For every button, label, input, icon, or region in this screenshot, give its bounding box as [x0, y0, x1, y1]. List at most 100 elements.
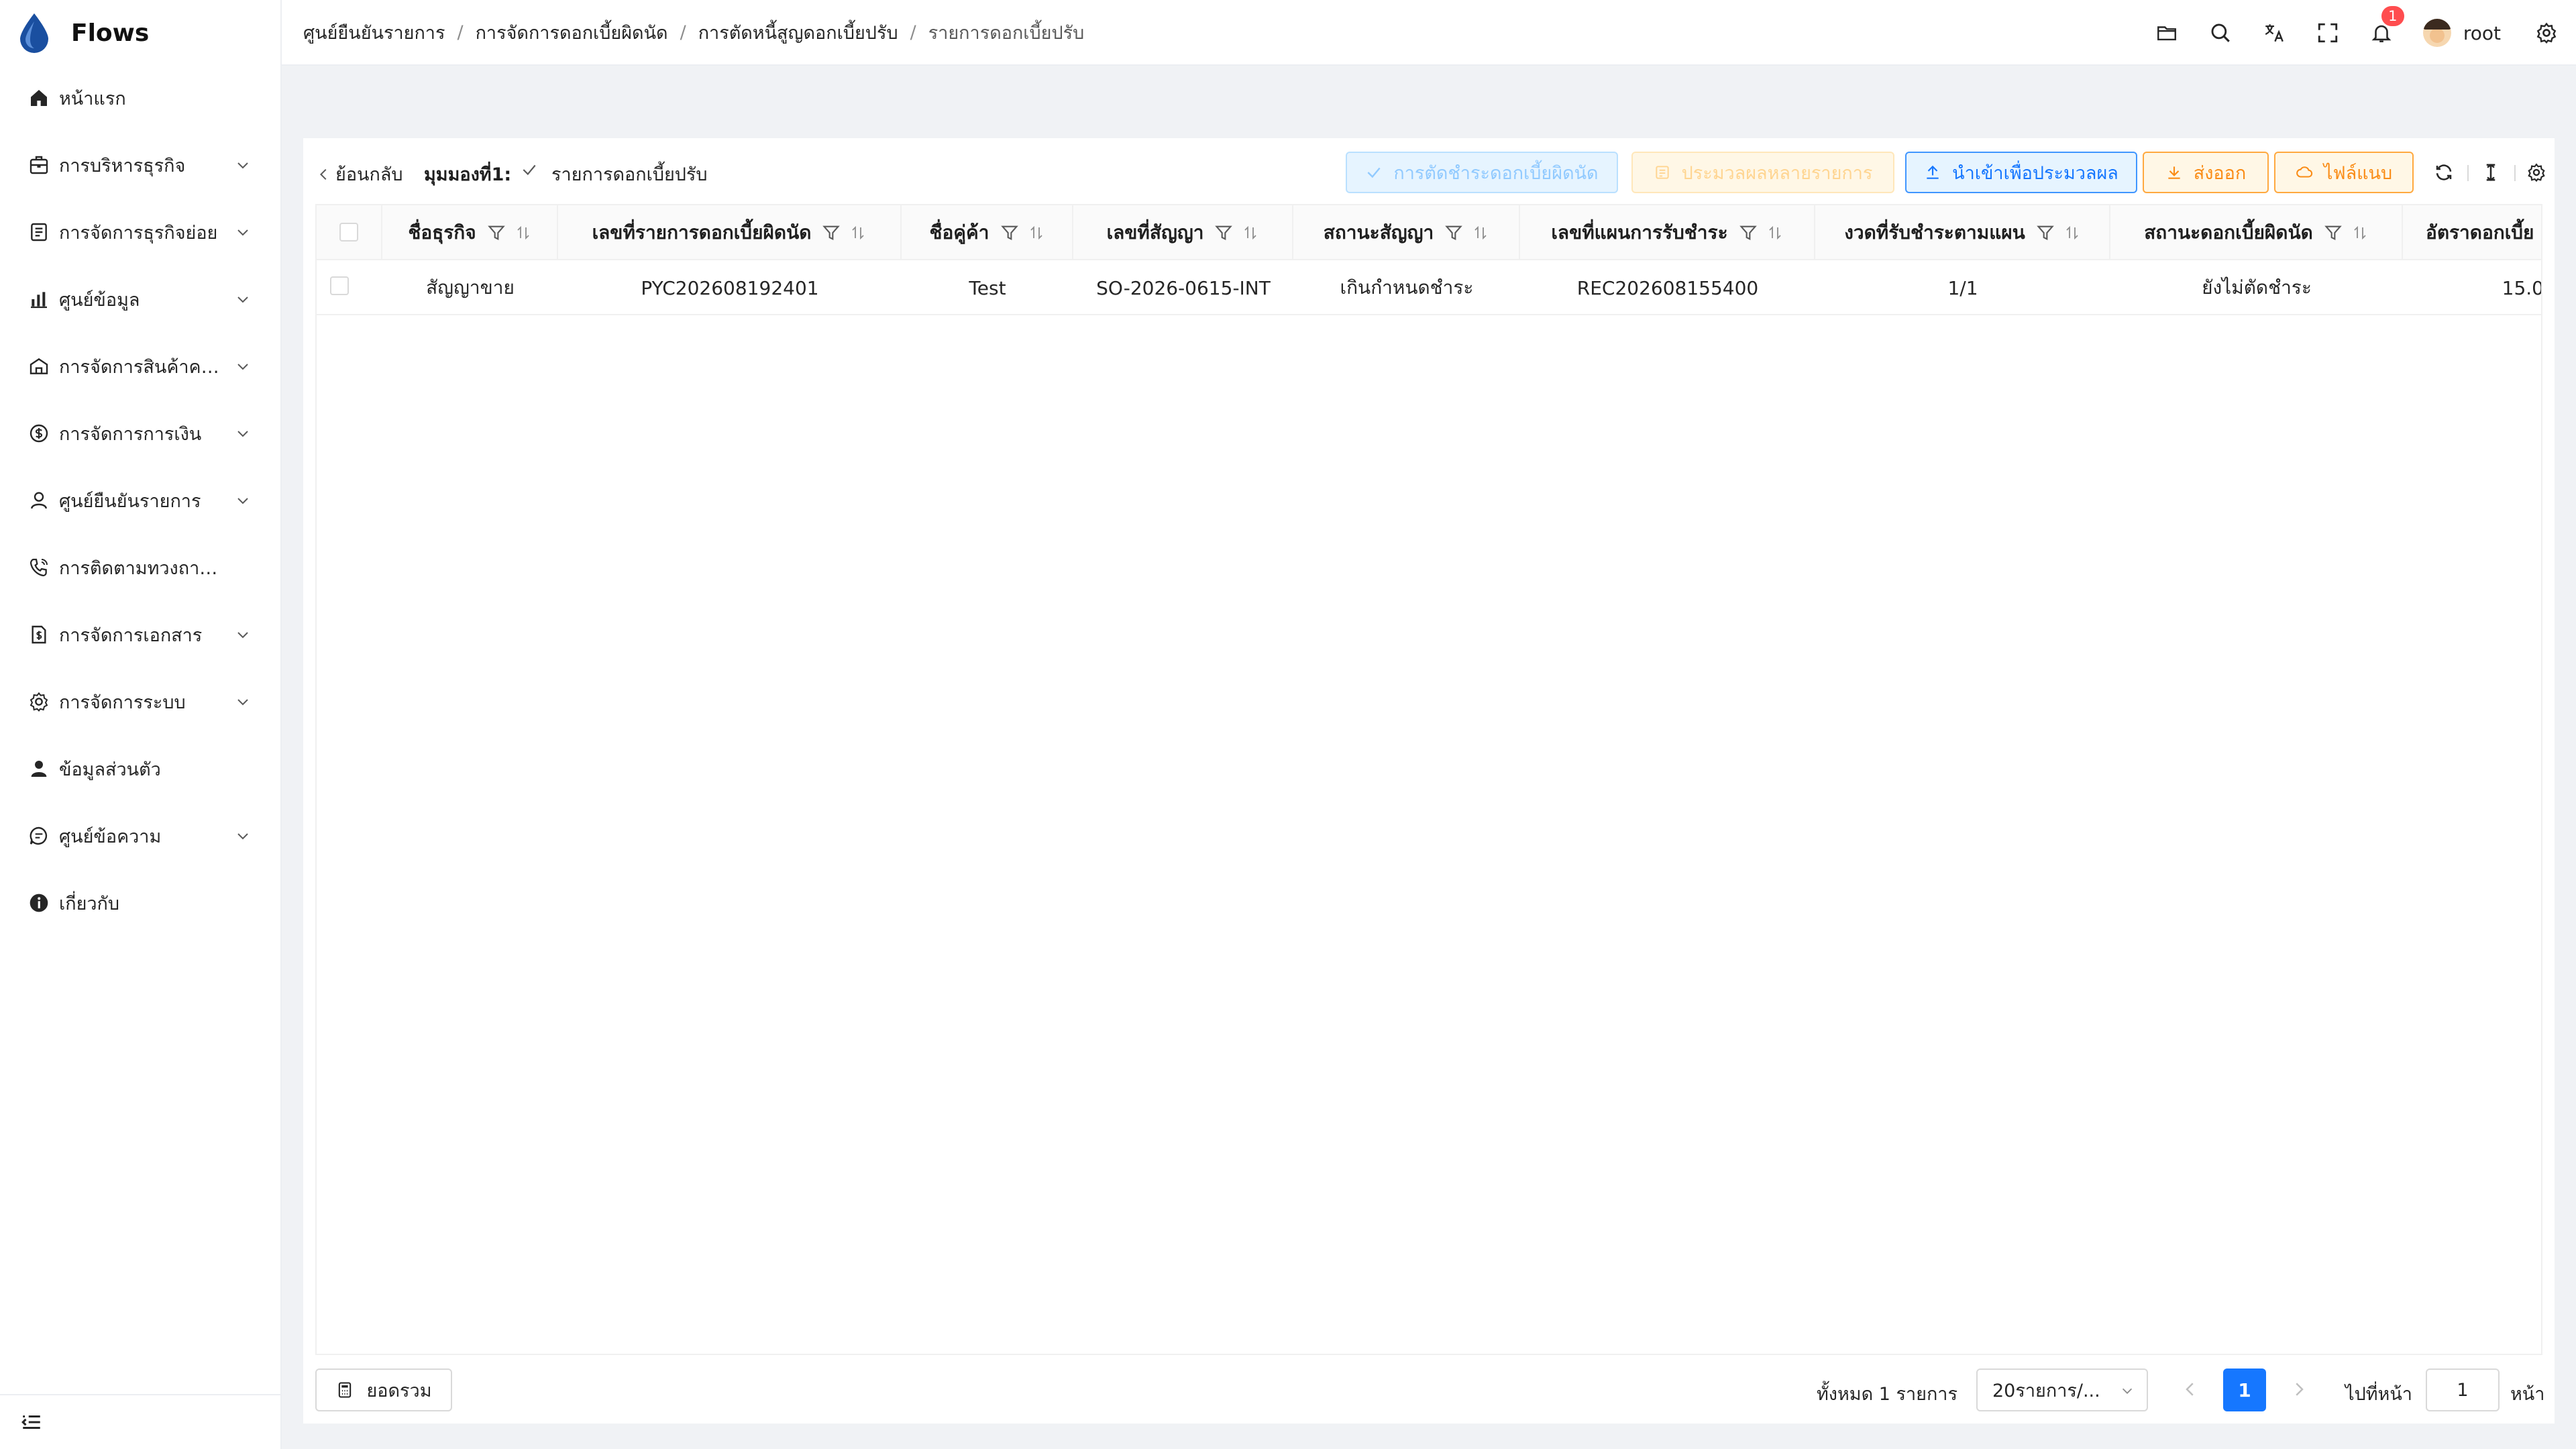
- export-button[interactable]: ส่งออก: [2143, 152, 2269, 193]
- sort-icon[interactable]: [1472, 224, 1489, 241]
- summary-label: ยอดรวม: [366, 1380, 432, 1401]
- fullscreen-icon[interactable]: [2316, 21, 2340, 45]
- sort-icon[interactable]: [1028, 224, 1044, 241]
- logo[interactable]: Flows: [0, 0, 280, 66]
- notification-bell-icon[interactable]: 1: [2369, 6, 2404, 45]
- filter-icon[interactable]: [2036, 223, 2055, 242]
- view-label: มุมมองที่1:: [424, 164, 512, 185]
- sidebar-item-business-management[interactable]: การบริหารธุรกิจ: [0, 145, 280, 185]
- sidebar-item-profile[interactable]: ข้อมูลส่วนตัว: [0, 749, 280, 789]
- column-title: งวดที่รับชำระตามแผน: [1844, 221, 2025, 244]
- sidebar-item-inventory[interactable]: การจัดการสินค้าคง...: [0, 346, 280, 386]
- settings-gear-icon[interactable]: [2534, 21, 2559, 45]
- translate-icon[interactable]: [2262, 21, 2286, 45]
- sidebar-item-about[interactable]: เกี่ยวกับ: [0, 883, 280, 923]
- chevron-down-icon: [237, 498, 248, 504]
- breadcrumb-item[interactable]: การตัดหนี้สูญดอกเบี้ยปรับ: [698, 18, 898, 47]
- summary-button[interactable]: ยอดรวม: [315, 1368, 452, 1411]
- collapse-sidebar-button[interactable]: [0, 1394, 280, 1449]
- person-icon: [28, 758, 50, 780]
- column-height-icon[interactable]: [2481, 162, 2501, 182]
- cell-interest-no: PYC202608192401: [641, 276, 819, 299]
- next-page-icon[interactable]: [2289, 1379, 2309, 1399]
- sidebar-item-documents[interactable]: การจัดการเอกสาร: [0, 614, 280, 655]
- settle-interest-button[interactable]: การตัดชำระดอกเบี้ยผิดนัด: [1346, 152, 1618, 193]
- batch-process-button[interactable]: ประมวลผลหลายรายการ: [1631, 152, 1894, 193]
- upload-icon: [1927, 165, 1939, 179]
- check-icon: [1367, 167, 1381, 178]
- chevron-down-icon: [237, 229, 248, 236]
- column-header-installment: งวดที่รับชำระตามแผน: [1815, 205, 2110, 260]
- prev-page-icon[interactable]: [2180, 1379, 2200, 1399]
- filter-icon[interactable]: [487, 223, 506, 242]
- sidebar-item-message-center[interactable]: ศูนย์ข้อความ: [0, 816, 280, 856]
- sort-icon[interactable]: [2064, 224, 2080, 241]
- home-icon: [28, 87, 50, 109]
- goto-page-input[interactable]: [2426, 1368, 2500, 1411]
- goto-page-label: ไปที่หน้า: [2345, 1384, 2412, 1405]
- attachments-label: ไฟล์แนบ: [2323, 162, 2393, 184]
- sidebar-item-label: เกี่ยวกับ: [59, 893, 120, 914]
- sidebar-item-sub-business[interactable]: การจัดการธุรกิจย่อย: [0, 212, 280, 252]
- total-count: ทั้งหมด 1 รายการ: [1817, 1384, 1957, 1405]
- user-menu[interactable]: root: [2422, 19, 2501, 47]
- filter-icon[interactable]: [822, 223, 841, 242]
- avatar: [2422, 19, 2451, 47]
- filter-icon[interactable]: [1214, 223, 1233, 242]
- sort-icon[interactable]: [850, 224, 866, 241]
- column-header-plan-no: เลขที่แผนการรับชำระ: [1520, 205, 1815, 260]
- refresh-icon[interactable]: [2434, 162, 2454, 182]
- select-all-checkbox[interactable]: [339, 223, 358, 241]
- menu-fold-icon: [21, 1415, 40, 1430]
- filter-icon[interactable]: [1444, 223, 1463, 242]
- document-list-icon: [28, 221, 50, 243]
- sidebar-item-data-center[interactable]: ศูนย์ข้อมูล: [0, 279, 280, 319]
- chevron-down-icon: [237, 297, 248, 303]
- row-checkbox[interactable]: [330, 276, 349, 295]
- breadcrumb-item[interactable]: การจัดการดอกเบี้ยผิดนัด: [476, 18, 668, 47]
- sort-icon[interactable]: [2352, 224, 2368, 241]
- chevron-left-icon: [319, 168, 327, 180]
- sort-icon[interactable]: [1767, 224, 1783, 241]
- sidebar-item-home[interactable]: หน้าแรก: [0, 78, 280, 118]
- sidebar-item-system[interactable]: การจัดการระบบ: [0, 682, 280, 722]
- filter-icon[interactable]: [1739, 223, 1758, 242]
- sidebar-item-label: ศูนย์ข้อความ: [59, 826, 162, 847]
- folder-icon[interactable]: [2155, 21, 2179, 45]
- header-actions: 1 root: [2155, 0, 2576, 66]
- cell-interest-status: ยังไม่ตัดชำระ: [2202, 276, 2312, 299]
- table-row[interactable]: สัญญาขาย PYC202608192401 Test SO-2026-06…: [317, 260, 2542, 315]
- column-header-contract-status: สถานะสัญญา: [1293, 205, 1520, 260]
- cell-interest-rate: 15.0: [2502, 276, 2542, 299]
- column-settings-icon[interactable]: [2526, 162, 2546, 182]
- import-process-button[interactable]: นำเข้าเพื่อประมวลผล: [1905, 152, 2137, 193]
- search-icon[interactable]: [2208, 21, 2233, 45]
- batch-process-label: ประมวลผลหลายรายการ: [1681, 162, 1873, 184]
- page-number-button[interactable]: 1: [2223, 1368, 2266, 1411]
- view-selector[interactable]: รายการดอกเบี้ยปรับ: [551, 160, 708, 189]
- sidebar-item-confirmation-center[interactable]: ศูนย์ยืนยันรายการ: [0, 480, 280, 521]
- filter-icon[interactable]: [1000, 223, 1019, 242]
- column-header-contract-no: เลขที่สัญญา: [1073, 205, 1293, 260]
- export-label: ส่งออก: [2193, 162, 2247, 184]
- attachments-button[interactable]: ไฟล์แนบ: [2274, 152, 2414, 193]
- sort-icon[interactable]: [515, 224, 531, 241]
- select-all-header: [317, 205, 382, 260]
- sidebar-item-debt-collection[interactable]: การติดตามทวงถามหนี้: [0, 547, 280, 588]
- breadcrumb-item[interactable]: ศูนย์ยืนยันรายการ: [303, 18, 445, 47]
- cell-installment: 1/1: [1947, 276, 1978, 299]
- page-size-value: 20รายการ/...: [1992, 1380, 2100, 1401]
- sort-icon[interactable]: [1242, 224, 1258, 241]
- column-title: อัตราดอกเบี้ย: [2426, 221, 2534, 244]
- sidebar-item-label: หน้าแรก: [59, 88, 126, 109]
- settle-interest-label: การตัดชำระดอกเบี้ยผิดนัด: [1393, 162, 1599, 184]
- column-header-business-name: ชื่อธุรกิจ: [382, 205, 558, 260]
- dollar-document-icon: [28, 624, 50, 645]
- filter-icon[interactable]: [2324, 223, 2343, 242]
- back-button[interactable]: ย้อนกลับ: [317, 160, 403, 189]
- sidebar-item-finance[interactable]: การจัดการการเงิน: [0, 413, 280, 453]
- column-title: ชื่อคู่ค้า: [929, 221, 989, 244]
- sidebar-item-label: ข้อมูลส่วนตัว: [59, 759, 161, 780]
- page-size-select[interactable]: 20รายการ/...: [1976, 1368, 2148, 1411]
- breadcrumb: ศูนย์ยืนยันรายการ / การจัดการดอกเบี้ยผิด…: [303, 18, 1084, 47]
